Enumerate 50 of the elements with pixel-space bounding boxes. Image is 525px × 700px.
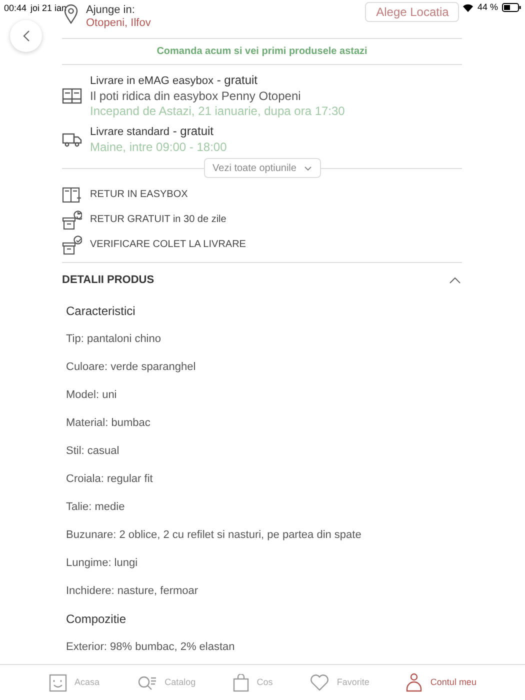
- spec-line: Buzunare: 2 oblice, 2 cu refilet si nasturi, pe partea din spate: [66, 528, 362, 543]
- delivery-timing: Incepand de Astazi, 21 ianuarie, dupa ora 17:30: [90, 104, 345, 119]
- choose-location-button[interactable]: Alege Locatia: [365, 2, 460, 22]
- delivery-title: Livrare in eMAG easybox - gratuit: [90, 73, 259, 89]
- battery-percent: 44 %: [477, 1, 498, 14]
- tab-bar-item[interactable]: Contul meu: [406, 673, 476, 692]
- locker-icon: [62, 88, 82, 104]
- spec-line: Material: bumbac: [66, 416, 152, 431]
- checked-box-icon: [62, 234, 82, 254]
- spec-heading: Compozitie: [66, 611, 128, 628]
- battery-icon: [502, 3, 521, 12]
- spec-line: Croiala: regular fit: [66, 472, 154, 487]
- tab-bar-item[interactable]: Catalog: [136, 674, 196, 690]
- delivery-detail: Il poti ridica din easybox Penny Otopeni: [90, 89, 302, 104]
- spec-line: Model: uni: [66, 388, 118, 403]
- spec-line: Culoare: verde sparanghel: [66, 360, 197, 375]
- spec-line: Inchidere: nasture, fermoar: [66, 584, 200, 599]
- return-box-icon: [62, 210, 82, 230]
- spec-line: Tip: pantaloni chino: [66, 332, 162, 347]
- location-pin-icon: [64, 4, 78, 24]
- spec-line: Lungime: lungi: [66, 556, 139, 571]
- tab-bar-item[interactable]: Cos: [232, 674, 273, 692]
- tab-bar-item[interactable]: Acasa: [48, 674, 100, 692]
- smiley-icon: [48, 674, 67, 692]
- spec-line: Talie: medie: [66, 500, 126, 515]
- user-icon: [406, 673, 422, 692]
- location-label: Ajunge in:: [86, 4, 136, 17]
- location-place: Otopeni, Ilfov: [86, 17, 151, 30]
- locker-icon: [62, 186, 82, 202]
- chevron-down-icon: [304, 166, 312, 170]
- tab-bar-item[interactable]: Favorite: [310, 674, 370, 691]
- promo-text: Comanda acum si vei primi produsele astazi: [156, 45, 368, 59]
- wifi-icon: [463, 4, 474, 12]
- more-options-button[interactable]: Vezi toate optiunile: [204, 158, 321, 178]
- status-time: 00:44: [4, 2, 27, 15]
- back-chevron-icon: [22, 30, 30, 42]
- heart-icon: [310, 674, 329, 691]
- shopping-bag-icon: [232, 674, 249, 692]
- spec-line: Exterior: 98% bumbac, 2% elastan: [66, 640, 236, 655]
- spec-line: Stil: casual: [66, 444, 120, 459]
- delivery-timing: Maine, intre 09:00 - 18:00: [90, 140, 227, 155]
- benefit-text: RETUR IN EASYBOX: [90, 188, 188, 202]
- collapse-toggle[interactable]: [448, 275, 462, 285]
- search-list-icon: [136, 674, 157, 690]
- spec-heading: Caracteristici: [66, 303, 136, 320]
- benefit-text: RETUR GRATUIT in 30 de zile: [90, 213, 226, 227]
- benefit-text: VERIFICARE COLET LA LIVRARE: [90, 238, 246, 252]
- section-title: DETALII PRODUS: [62, 272, 154, 288]
- truck-icon: [62, 132, 82, 147]
- delivery-title: Livrare standard - gratuit: [90, 124, 215, 140]
